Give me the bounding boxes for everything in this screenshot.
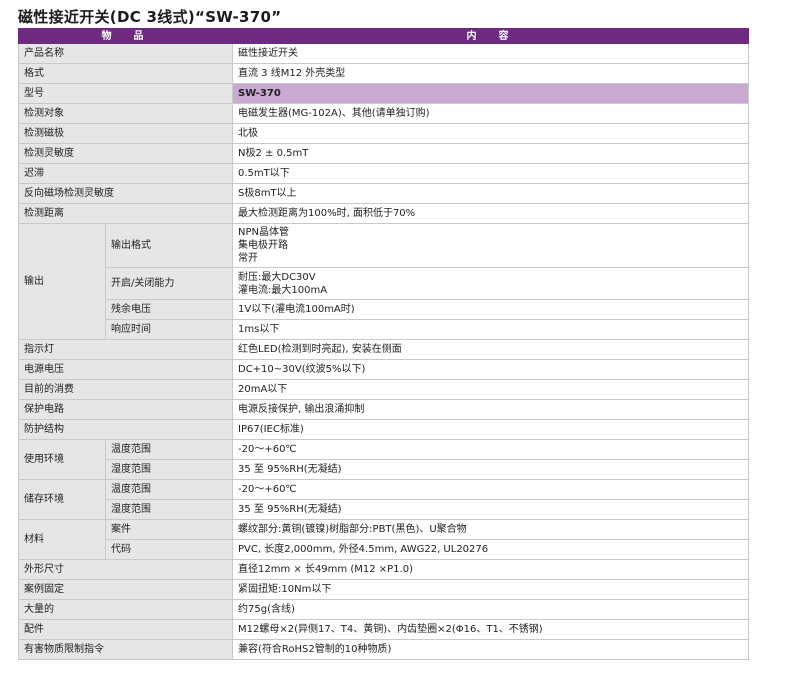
table-row: 响应时间 1ms以下: [19, 319, 749, 340]
table-row: 目前的消费 20mA以下: [18, 379, 749, 400]
row-label: 有害物质限制指令: [18, 639, 233, 660]
table-row: 开启/关闭能力 耐压:最大DC30V 灌电流:最大100mA: [19, 267, 749, 300]
row-value: 电磁发生器(MG-102A)、其他(请单独订购): [232, 103, 749, 124]
row-value: N极2 ± 0.5mT: [232, 143, 749, 164]
group-label-output: 输出: [18, 223, 106, 340]
sub-label: 输出格式: [105, 223, 233, 268]
table-row: 检测距离 最大检测距离为100%时, 面积低于70%: [18, 203, 749, 224]
row-label: 案例固定: [18, 579, 233, 600]
table-row: 大量的 约75g(含线): [18, 599, 749, 620]
row-value: -20～+60℃: [232, 479, 749, 500]
sub-label: 温度范围: [105, 479, 233, 500]
sub-label: 开启/关闭能力: [105, 267, 233, 300]
row-value: 35 至 95%RH(无凝结): [232, 459, 749, 480]
group-label-store-env: 储存环境: [18, 479, 106, 520]
row-value: PVC, 长度2,000mm, 外径4.5mm, AWG22, UL20276: [232, 539, 749, 560]
model-value-highlight: SW-370: [232, 83, 749, 104]
sub-label: 湿度范围: [105, 499, 233, 520]
sub-label: 响应时间: [105, 319, 233, 340]
row-value: 1V以下(灌电流100mA时): [232, 299, 749, 320]
row-value: NPN晶体管 集电极开路 常开: [232, 223, 749, 268]
sub-label: 温度范围: [105, 439, 233, 460]
table-row: 防护结构 IP67(IEC标准): [18, 419, 749, 440]
row-value: 35 至 95%RH(无凝结): [232, 499, 749, 520]
table-row: 案例固定 紧固扭矩:10Nm以下: [18, 579, 749, 600]
row-label: 检测灵敏度: [18, 143, 233, 164]
table-row: 格式 直流 3 线M12 外壳类型: [18, 63, 749, 84]
row-value: 红色LED(检测到时亮起), 安装在侧面: [232, 339, 749, 360]
table-row: 代码 PVC, 长度2,000mm, 外径4.5mm, AWG22, UL202…: [19, 539, 749, 560]
row-label: 指示灯: [18, 339, 233, 360]
table-row: 使用环境 温度范围 -20～+60℃: [18, 439, 749, 480]
row-value: 0.5mT以下: [232, 163, 749, 184]
table-row: 检测灵敏度 N极2 ± 0.5mT: [18, 143, 749, 164]
table-row: 有害物质限制指令 兼容(符合RoHS2管制的10种物质): [18, 639, 749, 660]
row-value: 螺纹部分:黄铜(镀镍)树脂部分:PBT(黑色)、U聚合物: [232, 519, 749, 540]
sub-label: 代码: [105, 539, 233, 560]
row-value: 直径12mm × 长49mm (M12 ×P1.0): [232, 559, 749, 580]
row-label: 外形尺寸: [18, 559, 233, 580]
table-row: 指示灯 红色LED(检测到时亮起), 安装在侧面: [18, 339, 749, 360]
multiline-value: NPN晶体管 集电极开路 常开: [238, 227, 289, 264]
row-value: M12螺母×2(异侧17、T4、黄铜)、内齿垫圈×2(Φ16、T1、不锈钢): [232, 619, 749, 640]
sub-label: 残余电压: [105, 299, 233, 320]
row-value: 约75g(含线): [232, 599, 749, 620]
table-row: 反向磁场检测灵敏度 S极8mT以上: [18, 183, 749, 204]
group-label-material: 材料: [18, 519, 106, 560]
row-value: 磁性接近开关: [232, 43, 749, 64]
row-label: 防护结构: [18, 419, 233, 440]
table-row: 型号 SW-370: [18, 83, 749, 104]
row-value: S极8mT以上: [232, 183, 749, 204]
table-row: 湿度范围 35 至 95%RH(无凝结): [19, 499, 749, 520]
row-label: 型号: [18, 83, 233, 104]
multiline-value: 耐压:最大DC30V 灌电流:最大100mA: [238, 271, 328, 296]
row-value: 1ms以下: [232, 319, 749, 340]
sub-label: 案件: [105, 519, 233, 540]
table-row: 材料 案件 螺纹部分:黄铜(镀镍)树脂部分:PBT(黑色)、U聚合物: [18, 519, 749, 560]
sub-label: 湿度范围: [105, 459, 233, 480]
row-value: -20～+60℃: [232, 439, 749, 460]
row-label: 产品名称: [18, 43, 233, 64]
row-value: 电源反接保护, 输出浪涌抑制: [232, 399, 749, 420]
table-row: 输出 输出格式 NPN晶体管 集电极开路 常开: [18, 223, 749, 340]
table-row: 外形尺寸 直径12mm × 长49mm (M12 ×P1.0): [18, 559, 749, 580]
row-label: 检测对象: [18, 103, 233, 124]
row-value: 耐压:最大DC30V 灌电流:最大100mA: [232, 267, 749, 300]
table-row: 检测磁极 北极: [18, 123, 749, 144]
table-row: 储存环境 温度范围 -20～+60℃: [18, 479, 749, 520]
table-row: 湿度范围 35 至 95%RH(无凝结): [19, 459, 749, 480]
row-label: 目前的消费: [18, 379, 233, 400]
row-value: 紧固扭矩:10Nm以下: [232, 579, 749, 600]
page-title: 磁性接近开关(DC 3线式)“SW-370”: [18, 8, 282, 26]
row-value: 北极: [232, 123, 749, 144]
row-label: 检测距离: [18, 203, 233, 224]
row-label: 迟滞: [18, 163, 233, 184]
table-row: 迟滞 0.5mT以下: [18, 163, 749, 184]
row-label: 配件: [18, 619, 233, 640]
table-row: 配件 M12螺母×2(异侧17、T4、黄铜)、内齿垫圈×2(Φ16、T1、不锈钢…: [18, 619, 749, 640]
row-label: 大量的: [18, 599, 233, 620]
row-label: 反向磁场检测灵敏度: [18, 183, 233, 204]
table-row: 产品名称 磁性接近开关: [18, 43, 749, 64]
row-value: 最大检测距离为100%时, 面积低于70%: [232, 203, 749, 224]
row-label: 格式: [18, 63, 233, 84]
table-header-row: 物 品 内 容: [18, 28, 749, 44]
row-label: 保护电路: [18, 399, 233, 420]
row-value: IP67(IEC标准): [232, 419, 749, 440]
row-value: DC+10~30V(纹波5%以下): [232, 359, 749, 380]
row-value: 兼容(符合RoHS2管制的10种物质): [232, 639, 749, 660]
row-label: 检测磁极: [18, 123, 233, 144]
header-item: 物 品: [18, 28, 233, 44]
table-row: 保护电路 电源反接保护, 输出浪涌抑制: [18, 399, 749, 420]
table-row: 残余电压 1V以下(灌电流100mA时): [19, 299, 749, 320]
spec-table: 物 品 内 容 产品名称 磁性接近开关 格式 直流 3 线M12 外壳类型 型号…: [18, 28, 749, 660]
group-label-use-env: 使用环境: [18, 439, 106, 480]
row-value: 直流 3 线M12 外壳类型: [232, 63, 749, 84]
header-content: 内 容: [232, 28, 749, 44]
row-value: 20mA以下: [232, 379, 749, 400]
row-label: 电源电压: [18, 359, 233, 380]
table-row: 检测对象 电磁发生器(MG-102A)、其他(请单独订购): [18, 103, 749, 124]
table-row: 电源电压 DC+10~30V(纹波5%以下): [18, 359, 749, 380]
